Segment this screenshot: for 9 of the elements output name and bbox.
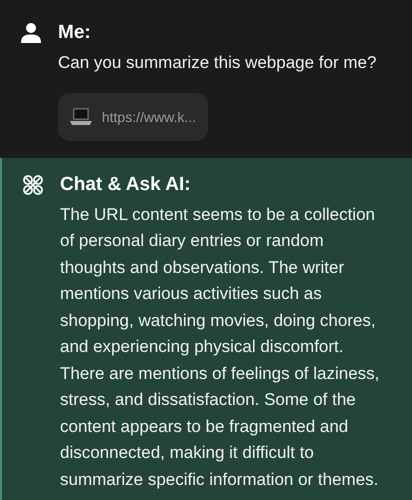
user-icon bbox=[20, 22, 42, 44]
link-chip[interactable]: https://www.k... bbox=[58, 92, 208, 140]
link-url: https://www.k... bbox=[102, 108, 196, 124]
message-text: The URL content seems to be a collection of personal diary entries or random thoughts and observations. The writer mentions various activities such as shopping, watching movies, doing chores, and experiencing physical discomfort. There are mentions of feelings of laziness, stress, and dissatisfaction. Some of the content appears to be fragmented and disconnected, making it difficult to summarize specific information or themes. bbox=[60, 204, 380, 490]
laptop-icon bbox=[70, 106, 92, 126]
sender-name: Me: bbox=[58, 21, 92, 45]
sender-name: Chat & Ask AI: bbox=[60, 172, 192, 196]
knot-icon bbox=[22, 174, 44, 196]
message-text: Can you summarize this webpage for me? bbox=[58, 52, 378, 74]
